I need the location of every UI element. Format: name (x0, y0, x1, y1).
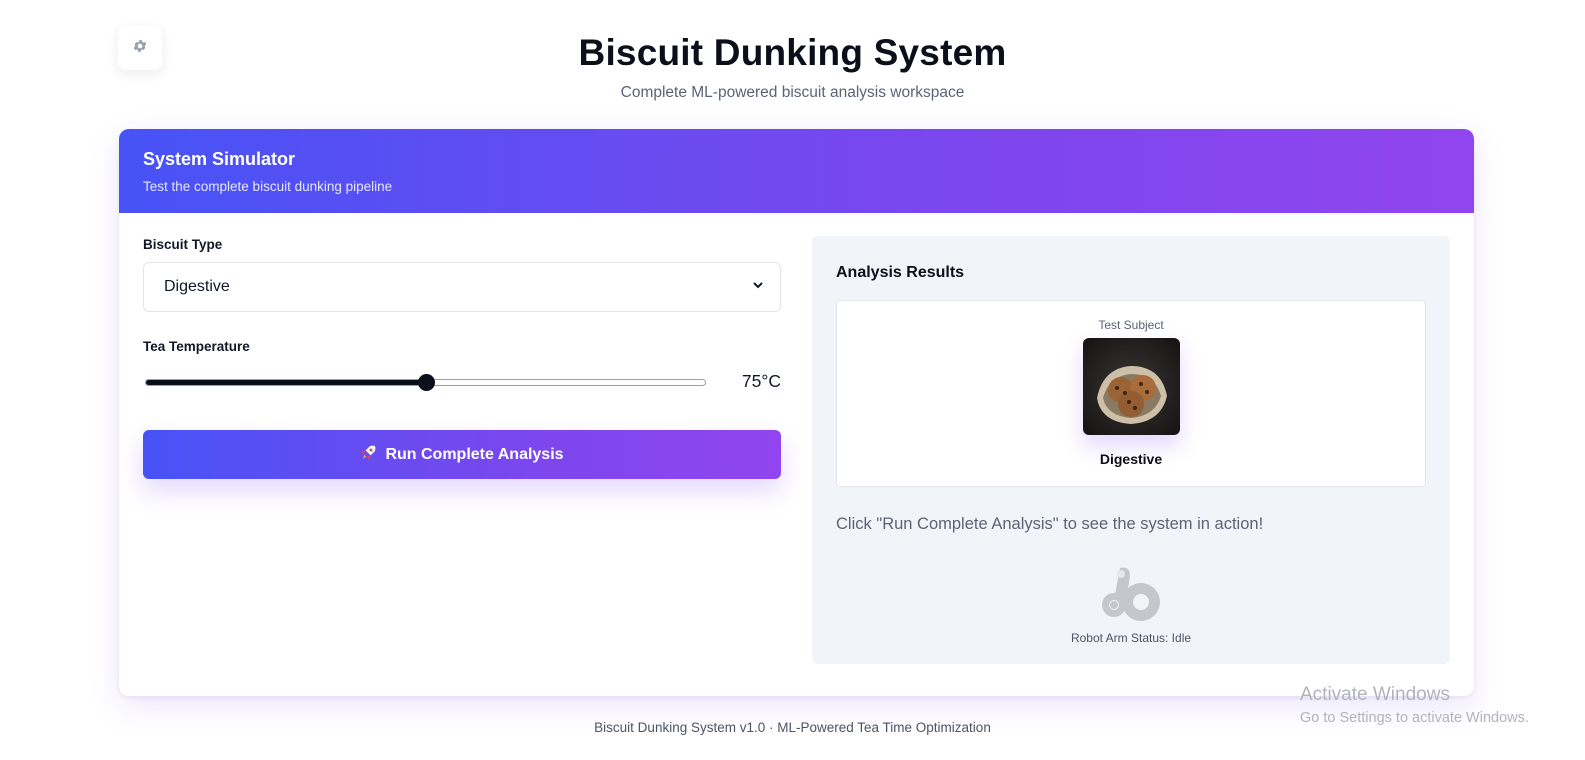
page-title: Biscuit Dunking System (578, 32, 1007, 73)
watermark-subtitle: Go to Settings to activate Windows. (1300, 710, 1529, 726)
test-subject-name: Digestive (1099, 451, 1163, 467)
biscuit-image (1082, 338, 1180, 435)
robot-status-text: Robot Arm Status: Idle (1070, 631, 1192, 645)
run-analysis-button[interactable]: Run Complete Analysis (143, 430, 781, 479)
simulator-header: System Simulator Test the complete biscu… (119, 129, 1474, 213)
chevron-down-icon (752, 278, 764, 296)
run-analysis-label: Run Complete Analysis (385, 445, 564, 463)
biscuit-type-value: Digestive (164, 278, 230, 295)
page-header: Biscuit Dunking System Complete ML-power… (0, 32, 1585, 102)
robot-arm-icon (1100, 564, 1162, 627)
simulator-title: System Simulator (143, 149, 296, 169)
results-title: Analysis Results (836, 264, 965, 281)
biscuit-type-label: Biscuit Type (143, 237, 223, 252)
tea-temperature-row: 75°C (143, 366, 781, 396)
page-subtitle: Complete ML-powered biscuit analysis wor… (620, 84, 965, 101)
slider-thumb[interactable] (417, 374, 435, 391)
robot-arm-status: Robot Arm Status: Idle (812, 564, 1450, 645)
test-subject-caption: Test Subject (1098, 318, 1164, 332)
slider-fill (146, 380, 426, 385)
test-subject-card: Test Subject Digestive (836, 300, 1426, 487)
simulator-subtitle: Test the complete biscuit dunking pipeli… (143, 179, 393, 194)
rocket-icon (360, 444, 377, 466)
system-simulator-card: System Simulator Test the complete biscu… (119, 129, 1474, 696)
results-hint: Click "Run Complete Analysis" to see the… (836, 515, 1264, 533)
watermark-title: Activate Windows (1300, 684, 1450, 705)
windows-watermark: Activate Windows Go to Settings to activ… (1300, 684, 1529, 726)
analysis-results-panel: Analysis Results Test Subject Digestive … (812, 236, 1450, 664)
biscuit-type-select[interactable]: Digestive (143, 262, 781, 312)
tea-temperature-label: Tea Temperature (143, 339, 250, 354)
simulator-controls: Biscuit Type Digestive Tea Temperature 7… (143, 237, 781, 479)
tea-temperature-value: 75°C (741, 371, 781, 391)
